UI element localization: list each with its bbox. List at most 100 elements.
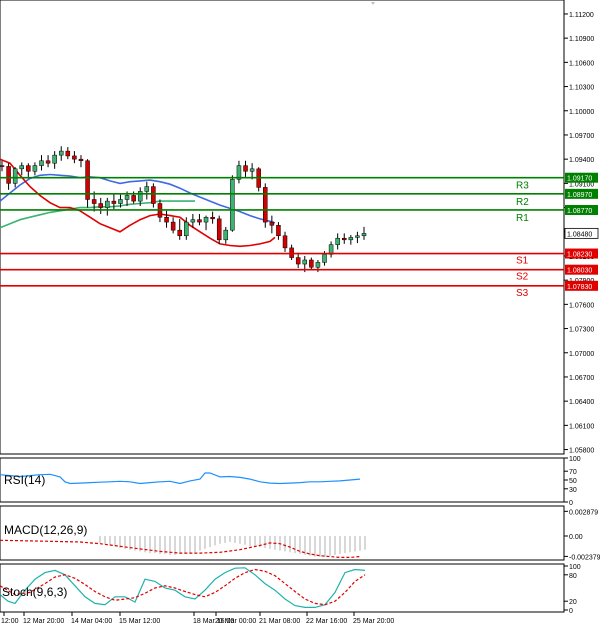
level-price-text: 1.08230 [567, 252, 592, 259]
stoch-pane-frame [0, 563, 565, 613]
price-axis-label: 1.06700 [569, 375, 594, 382]
rsi-pane-frame [0, 457, 565, 503]
candle-body [348, 237, 354, 241]
macd-axis-label: 0.002879 [569, 509, 598, 516]
candle-body [58, 150, 64, 156]
candle-body [91, 199, 97, 204]
main-pane-frame [0, 0, 565, 455]
candle-body [98, 203, 103, 208]
candle-body [52, 154, 57, 164]
rsi-axis-label: 30 [569, 487, 577, 494]
candle-body [124, 195, 130, 200]
candle-body [151, 186, 156, 204]
time-axis-label: 14 Mar 04:00 [71, 618, 112, 625]
price-axis-label: 1.06400 [569, 399, 594, 406]
macd-axis-label: 0.00 [569, 534, 583, 541]
candle-body [223, 229, 229, 241]
time-axis-label: 22 Mar 16:00 [306, 618, 347, 625]
candle-body [216, 218, 222, 241]
candle [216, 215, 222, 244]
price-axis-label: 1.07000 [569, 351, 594, 358]
time-axis-label: 12:00 [1, 618, 19, 625]
candle-body [118, 199, 123, 204]
candle-body [190, 219, 196, 223]
candle-body [72, 155, 77, 160]
price-axis-label: 1.10600 [569, 60, 594, 67]
candle-body [6, 166, 11, 184]
rsi-axis-label: 70 [569, 469, 577, 476]
level-label-s1: S1 [516, 256, 529, 267]
candle-body [137, 191, 143, 202]
candle-body [65, 150, 71, 157]
rsi-axis-label: 50 [569, 478, 577, 485]
macd-pane: 0.002879 0.00 -0.002379 MACD(12,26,9) [0, 505, 600, 561]
candle-body [289, 247, 294, 258]
candle-body [355, 235, 360, 238]
candle-body [315, 262, 321, 268]
price-axis-label: 1.05800 [569, 448, 594, 455]
candle-body [230, 179, 235, 231]
price-axis-label: 1.07300 [569, 327, 594, 334]
candle-body [342, 237, 347, 241]
time-axis-label: 21 Mar 08:00 [259, 618, 300, 625]
price-axis-label: 1.11200 [569, 12, 594, 19]
level-label-r2: R2 [516, 197, 529, 208]
level-label-r3: R3 [516, 181, 529, 192]
price-axis-label: 1.09400 [569, 157, 594, 164]
level-price-text: 1.08970 [567, 192, 592, 199]
candle-body [164, 216, 169, 223]
stoch-axis: 100 80 20 0 [564, 564, 581, 615]
level-price-text: 1.08770 [567, 208, 592, 215]
candle-body [335, 237, 340, 245]
candle-body [26, 165, 31, 172]
candle-body [32, 165, 38, 172]
candle-body [12, 168, 18, 184]
stoch-title: Stoch(9,6,3) [2, 585, 67, 599]
price-axis-label: 1.06100 [569, 423, 594, 430]
stoch-axis-label: 0 [569, 608, 573, 615]
candle-body [105, 200, 110, 208]
candle-body [295, 257, 301, 265]
candle-body [302, 259, 308, 265]
price-tags: 1.08480 [564, 227, 599, 239]
level-price-text: 1.09170 [567, 176, 592, 183]
current-price-text: 1.08480 [567, 231, 592, 238]
candle-body [322, 254, 327, 263]
rsi-axis-label: 100 [569, 456, 581, 463]
forex-chart: 1.11200 1.10900 1.10600 1.10300 1.10000 1.097… [0, 0, 600, 625]
level-label-s3: S3 [516, 288, 529, 299]
price-axis-label: 1.09700 [569, 133, 594, 140]
level-price-text: 1.07830 [567, 284, 592, 291]
level-price-text: 1.08030 [567, 268, 592, 275]
price-axis-label: 1.10900 [569, 36, 594, 43]
candle-body [144, 186, 150, 192]
rsi-axis: 100 70 50 30 0 [564, 456, 581, 507]
candle [230, 175, 235, 232]
candle-body [309, 259, 314, 268]
candle-body [177, 229, 182, 237]
time-axis-label: 20 Mar 00:00 [215, 618, 256, 625]
time-axis-label: 12 Mar 20:00 [23, 618, 64, 625]
stoch-axis-label: 20 [569, 599, 577, 606]
macd-axis-label: -0.002379 [569, 554, 600, 561]
candle-body [210, 216, 215, 220]
candle-body [78, 158, 84, 162]
candle-body [276, 225, 281, 237]
candle-body [197, 219, 202, 223]
candle-body [45, 160, 51, 164]
candle-body [0, 165, 5, 167]
level-label-r1: R1 [516, 213, 529, 224]
candle-body [249, 168, 255, 172]
macd-axis: 0.002879 0.00 -0.002379 [564, 509, 600, 561]
stoch-pane: 100 80 20 0 Stoch(9,6,3) [0, 563, 581, 615]
time-axis-label: 15 Mar 12:00 [119, 618, 160, 625]
macd-title: MACD(12,26,9) [4, 523, 87, 537]
candle-body [19, 165, 24, 170]
candle-body [269, 221, 275, 226]
level-label-s2: S2 [516, 272, 529, 283]
rsi-axis-label: 0 [569, 500, 573, 507]
candle-body [184, 221, 189, 237]
candle-body [263, 187, 268, 223]
stoch-axis-label: 80 [569, 573, 577, 580]
rsi-pane: 100 70 50 30 0 RSI(14) [0, 456, 581, 507]
